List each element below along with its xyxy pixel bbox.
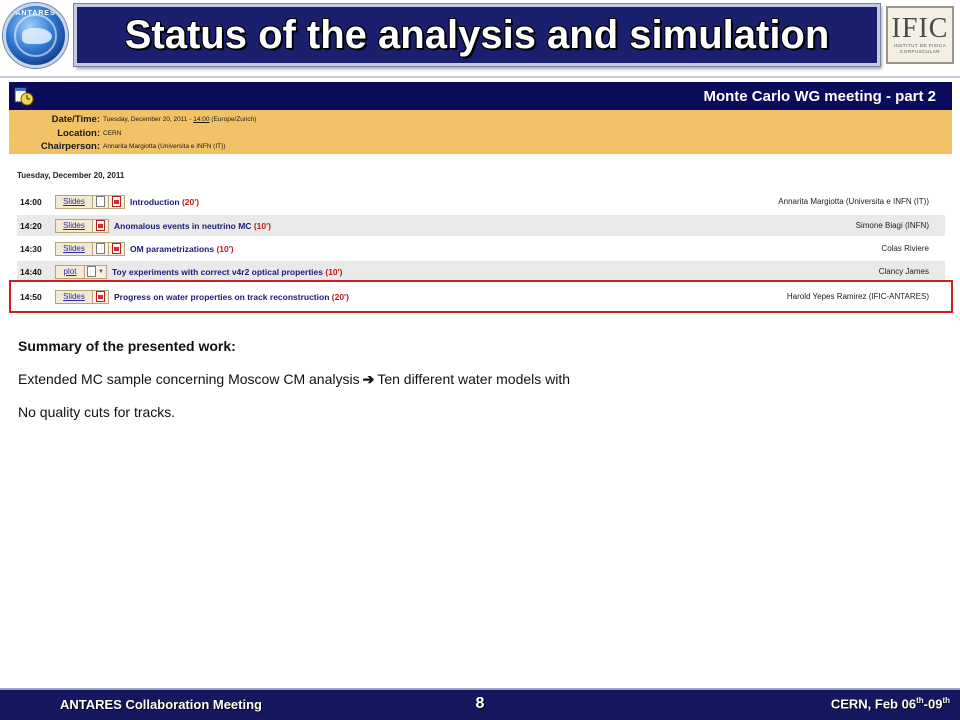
ific-logo-sub2: CORPUSCULAR bbox=[899, 49, 940, 54]
datetime-label: Date/Time: bbox=[51, 114, 100, 126]
pdf-file-button[interactable] bbox=[109, 194, 125, 209]
location-value: CERN bbox=[103, 129, 122, 137]
meeting-title: Monte Carlo WG meeting - part 2 bbox=[703, 87, 936, 105]
datetime-value: Tuesday, December 20, 2011 - 14:00 (Euro… bbox=[103, 116, 257, 124]
slide-footer: ANTARES Collaboration Meeting 8 CERN, Fe… bbox=[0, 688, 960, 720]
talk-title-link[interactable]: Anomalous events in neutrino MC (10') bbox=[114, 221, 271, 231]
table-row: 14:30 Slides OM parametrizations (10') C… bbox=[17, 238, 945, 259]
ific-logo-text: IFIC bbox=[891, 13, 949, 44]
ppt-file-button[interactable] bbox=[93, 241, 109, 256]
location-label: Location: bbox=[57, 127, 100, 139]
document-icon bbox=[87, 266, 97, 277]
ific-logo: IFIC INSTITUT DE FISICA CORPUSCULAR bbox=[886, 6, 954, 64]
info-row-chair: Chairperson: Annarita Margiotta (Univers… bbox=[9, 140, 952, 154]
talk-time: 14:30 bbox=[20, 243, 42, 254]
pdf-file-button[interactable] bbox=[93, 218, 109, 233]
talk-time: 14:20 bbox=[20, 220, 42, 231]
chair-label: Chairperson: bbox=[40, 141, 100, 153]
slide-title-bar: Status of the analysis and simulation bbox=[74, 4, 880, 66]
slides-button[interactable]: Slides bbox=[55, 218, 93, 233]
header-divider bbox=[0, 76, 960, 78]
document-icon bbox=[96, 196, 105, 207]
pdf-icon bbox=[112, 196, 121, 207]
material-buttons: Slides bbox=[55, 194, 125, 209]
day-heading: Tuesday, December 20, 2011 bbox=[17, 171, 125, 180]
talk-speaker: Simone Biagi (INFN) bbox=[855, 221, 929, 230]
slides-button[interactable]: Slides bbox=[55, 241, 93, 256]
material-buttons: plot ▼ bbox=[55, 264, 107, 279]
talk-title-link[interactable]: Toy experiments with correct v4r2 optica… bbox=[112, 267, 343, 277]
talk-title-link[interactable]: Introduction (20') bbox=[130, 197, 199, 207]
pdf-file-button[interactable] bbox=[109, 241, 125, 256]
file-menu-button[interactable]: ▼ bbox=[85, 264, 107, 279]
logo-map-shape bbox=[22, 28, 52, 44]
info-row-location: Location: CERN bbox=[9, 127, 952, 141]
table-row: 14:00 Slides Introduction (20') Annarita… bbox=[17, 191, 945, 212]
info-row-datetime: Date/Time: Tuesday, December 20, 2011 - … bbox=[9, 113, 952, 127]
talk-speaker: Clancy James bbox=[878, 267, 929, 276]
talk-time: 14:40 bbox=[20, 266, 42, 277]
calendar-clock-icon bbox=[14, 87, 34, 106]
document-icon bbox=[96, 243, 105, 254]
talk-speaker: Colas Riviere bbox=[881, 244, 929, 253]
summary-line-2: No quality cuts for tracks. bbox=[18, 404, 176, 420]
plot-button[interactable]: plot bbox=[55, 264, 85, 279]
ppt-file-button[interactable] bbox=[93, 194, 109, 209]
meeting-info-panel: Date/Time: Tuesday, December 20, 2011 - … bbox=[9, 110, 952, 154]
chair-value: Annarita Margiotta (Universita e INFN (I… bbox=[103, 143, 226, 151]
page-number: 8 bbox=[475, 695, 485, 712]
highlight-box bbox=[9, 280, 953, 313]
meeting-header: Monte Carlo WG meeting - part 2 bbox=[9, 82, 952, 110]
talk-time: 14:00 bbox=[20, 196, 42, 207]
table-row: 14:20 Slides Anomalous events in neutrin… bbox=[17, 215, 945, 236]
right-arrow-icon: ➔ bbox=[362, 371, 375, 387]
footer-date: CERN, Feb 06th-09th bbox=[830, 696, 950, 712]
datetime-time-link[interactable]: 14:00 bbox=[193, 116, 209, 123]
antares-logo: ANTARES bbox=[3, 3, 68, 68]
talk-speaker: Annarita Margiotta (Universita e INFN (I… bbox=[778, 197, 929, 206]
material-buttons: Slides bbox=[55, 241, 125, 256]
summary-line-1: Extended MC sample concerning Moscow CM … bbox=[18, 371, 571, 387]
summary-heading: Summary of the presented work: bbox=[18, 338, 236, 354]
pdf-icon bbox=[112, 243, 121, 254]
material-buttons: Slides bbox=[55, 218, 109, 233]
antares-logo-text: ANTARES bbox=[15, 10, 56, 17]
talk-title-link[interactable]: OM parametrizations (10') bbox=[130, 244, 234, 254]
chevron-down-icon: ▼ bbox=[98, 268, 104, 275]
pdf-icon bbox=[96, 220, 105, 231]
slide-title: Status of the analysis and simulation bbox=[124, 12, 830, 57]
table-row: 14:40 plot ▼ Toy experiments with correc… bbox=[17, 261, 945, 282]
slides-button[interactable]: Slides bbox=[55, 194, 93, 209]
